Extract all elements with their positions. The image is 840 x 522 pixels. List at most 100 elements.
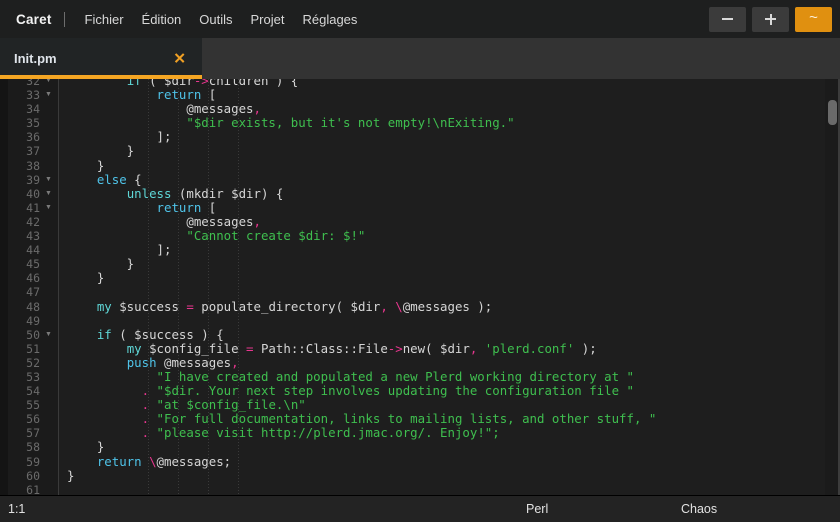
maximize-button[interactable] [752, 6, 789, 32]
code-line[interactable]: 41 ▼ return [ [0, 199, 840, 215]
menu-projet[interactable]: Projet [242, 9, 294, 30]
line-number: 37 [26, 144, 40, 159]
code-line[interactable]: 38 } [0, 158, 840, 173]
code-line[interactable]: 51 my $config_file = Path::Class::File->… [0, 340, 840, 356]
code-line[interactable]: 61 [0, 483, 840, 496]
code-line[interactable]: 37 } [0, 144, 840, 159]
language-mode[interactable]: Perl [526, 502, 548, 516]
line-number: 57 [26, 426, 40, 441]
token: push [126, 354, 157, 370]
line-content: } [67, 271, 104, 285]
fold-triangle-icon[interactable]: ▼ [44, 88, 53, 102]
menu-fichier[interactable]: Fichier [76, 9, 133, 30]
code-line[interactable]: 43 "Cannot create $dir: $!" [0, 228, 840, 244]
token: $config_file [141, 340, 247, 356]
code-line[interactable]: 44 ]; [0, 242, 840, 258]
tab-init-pm[interactable]: Init.pm ✕ [0, 38, 202, 79]
token: . [141, 397, 150, 413]
line-content: . "For full documentation, links to mail… [67, 411, 657, 427]
code-line[interactable]: 52 push @messages, [0, 354, 840, 370]
token: "$dir. Your next step involves updating … [156, 383, 634, 399]
code-line[interactable]: 40 ▼ unless (mkdir $dir) { [0, 185, 840, 201]
tab-label: Init.pm [14, 51, 57, 66]
token: } [67, 467, 75, 483]
code-line[interactable]: 39 ▼ else { [0, 172, 840, 187]
menu-edition[interactable]: Édition [133, 9, 191, 30]
token: ]; [67, 242, 172, 258]
code-line[interactable]: 36 ]; [0, 129, 840, 145]
token: @messages ); [402, 298, 493, 314]
cursor-position[interactable]: 1:1 [8, 502, 25, 516]
menu-outils[interactable]: Outils [190, 9, 241, 30]
close-button[interactable]: ~ [795, 6, 832, 32]
line-number: 36 [26, 130, 40, 145]
token: , [231, 354, 239, 370]
fold-triangle-icon[interactable]: ▼ [44, 173, 53, 187]
token: . [141, 425, 150, 441]
menu-reglages[interactable]: Réglages [293, 9, 366, 30]
token: "Cannot create $dir: $!" [186, 228, 366, 244]
line-number: 42 [26, 214, 40, 229]
fold-triangle-icon[interactable]: ▼ [44, 79, 53, 88]
code-line[interactable]: 47 [0, 285, 840, 299]
code-line[interactable]: 56 . "For full documentation, links to m… [0, 411, 840, 427]
code-editor[interactable]: 32 ▼ if ( $dir->children ) {33 ▼ return [3… [0, 79, 840, 496]
code-line[interactable]: 49 [0, 314, 840, 328]
token: ]; [67, 129, 172, 145]
code-line[interactable]: 58 } [0, 440, 840, 455]
code-line[interactable]: 33 ▼ return [ [0, 88, 840, 103]
line-number: 51 [26, 341, 40, 356]
code-line[interactable]: 55 . "at $config_file.\n" [0, 398, 840, 413]
line-content: @messages, [67, 214, 261, 229]
code-line[interactable]: 34 @messages, [0, 101, 840, 117]
line-content: "Cannot create $dir: $!" [67, 228, 366, 244]
line-number: 39 [26, 172, 40, 187]
scrollbar-thumb[interactable] [828, 100, 837, 125]
line-content: "$dir exists, but it's not empty!\nExiti… [67, 116, 514, 130]
code-lines: 32 ▼ if ( $dir->children ) {33 ▼ return [3… [0, 79, 840, 496]
minus-icon [722, 18, 733, 20]
line-number: 40 [26, 186, 40, 201]
token: unless [126, 185, 172, 201]
fold-triangle-icon[interactable]: ▼ [44, 328, 53, 342]
close-icon[interactable]: ✕ [173, 51, 186, 66]
line-number: 55 [26, 398, 40, 413]
code-line[interactable]: 57 . "please visit http://plerd.jmac.org… [0, 425, 840, 441]
token: return [156, 199, 202, 215]
fold-triangle-icon[interactable]: ▼ [44, 187, 53, 201]
line-content: push @messages, [67, 354, 239, 370]
token: populate_directory( $dir [193, 298, 381, 314]
code-line[interactable]: 46 } [0, 271, 840, 286]
code-line[interactable]: 42 @messages, [0, 214, 840, 229]
line-content: if ( $success ) { [67, 327, 224, 342]
theme-name[interactable]: Chaos [681, 502, 717, 516]
code-line[interactable]: 35 "$dir exists, but it's not empty!\nEx… [0, 116, 840, 131]
code-line[interactable]: 48 my $success = populate_directory( $di… [0, 298, 840, 314]
minimize-button[interactable] [709, 6, 746, 32]
token: $success [111, 298, 187, 314]
line-content: return [ [67, 199, 217, 215]
token: } [67, 256, 135, 272]
code-line[interactable]: 54 . "$dir. Your next step involves upda… [0, 383, 840, 399]
token: . [141, 411, 150, 427]
token: return [96, 453, 142, 469]
token: \ [149, 453, 157, 469]
code-line[interactable]: 53 "I have created and populated a new P… [0, 369, 840, 384]
line-number: 32 [26, 79, 40, 88]
line-number: 38 [26, 158, 40, 173]
code-line[interactable]: 60} [0, 467, 840, 483]
line-content: . "at $config_file.\n" [67, 398, 306, 412]
code-line[interactable]: 50 ▼ if ( $success ) { [0, 327, 840, 342]
token: "please visit http://plerd.jmac.org/. En… [156, 425, 500, 441]
code-line[interactable]: 45 } [0, 256, 840, 272]
token: [ [201, 199, 217, 215]
fold-triangle-icon[interactable]: ▼ [44, 201, 53, 215]
token: , [253, 101, 261, 117]
line-content: } [67, 158, 104, 173]
line-number: 61 [26, 482, 40, 496]
code-line[interactable]: 59 return \@messages; [0, 453, 840, 469]
